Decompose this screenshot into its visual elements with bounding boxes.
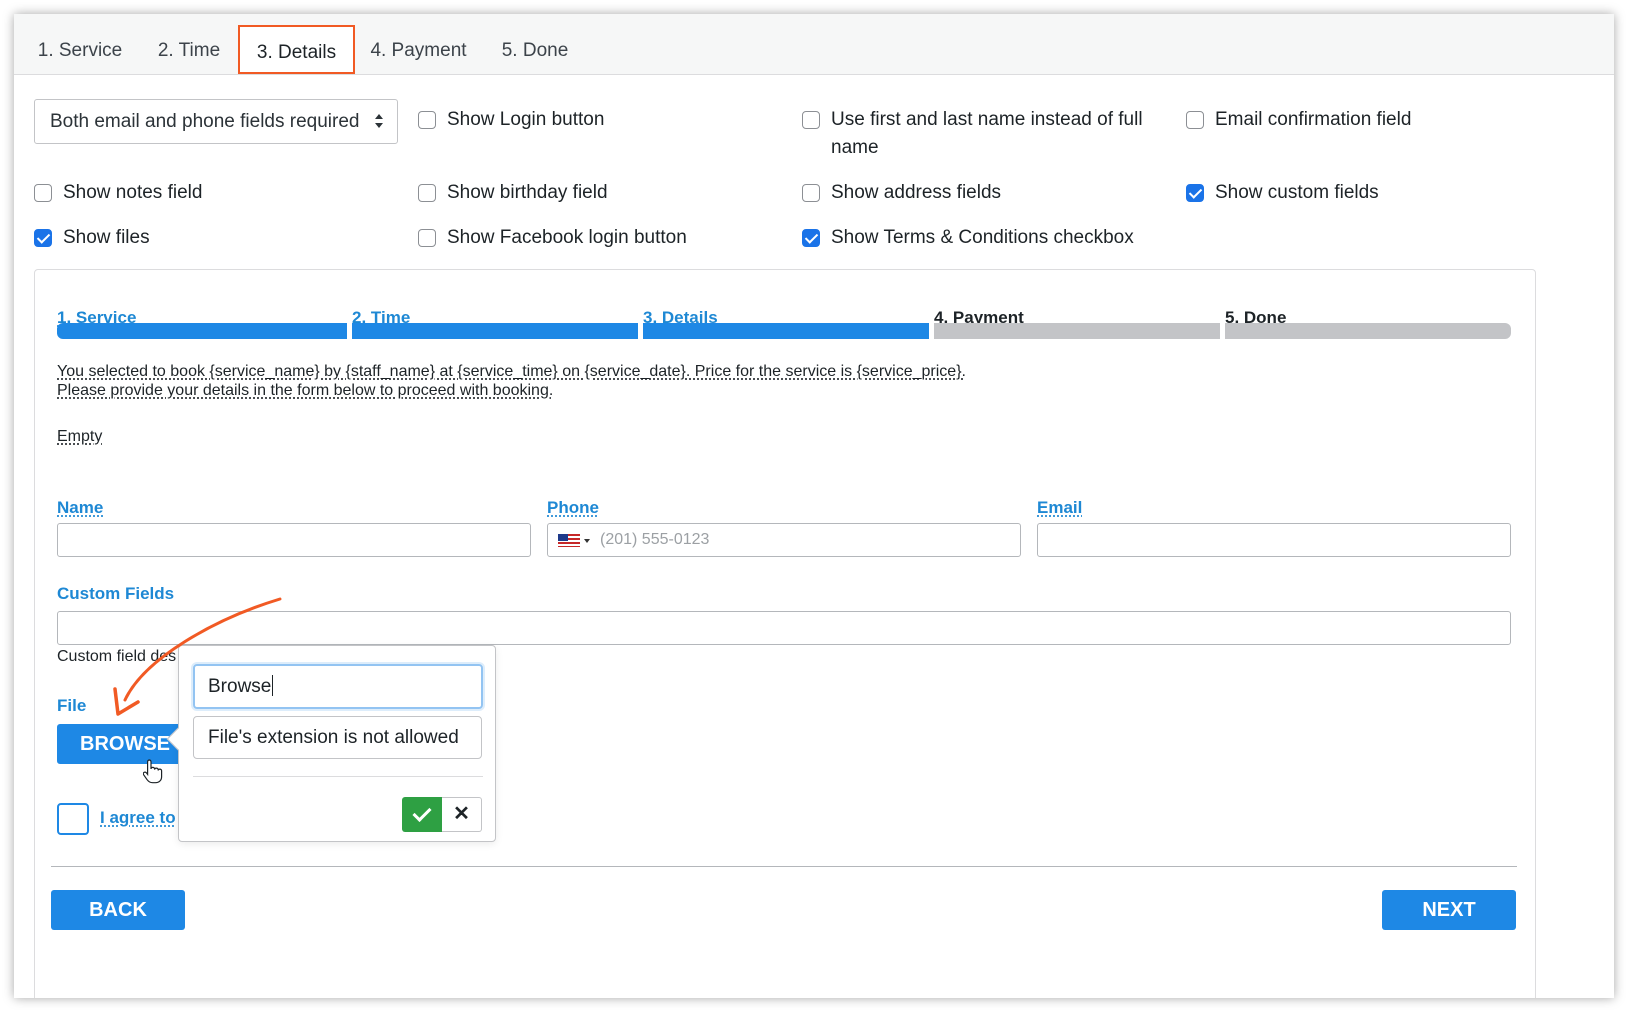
next-button[interactable]: NEXT — [1382, 890, 1516, 930]
terms-label[interactable]: I agree to — [100, 808, 176, 828]
checkbox-icon[interactable] — [418, 184, 436, 202]
option-label: Use first and last name instead of full … — [831, 109, 1143, 158]
option-show-files[interactable]: Show files — [34, 224, 394, 252]
checkbox-icon[interactable] — [802, 184, 820, 202]
file-label: File — [57, 696, 87, 715]
option-label: Show Login button — [447, 109, 605, 130]
option-label: Show Facebook login button — [447, 227, 687, 248]
phone-placeholder: (201) 555-0123 — [600, 531, 710, 548]
custom-field-description: Custom field des — [57, 648, 177, 665]
error-message-input[interactable]: File's extension is not allowed — [193, 716, 482, 759]
booking-info-text[interactable]: You selected to book {service_name} by {… — [57, 362, 966, 381]
option-show-login-button[interactable]: Show Login button — [418, 106, 778, 134]
option-show-address[interactable]: Show address fields — [802, 179, 1162, 207]
checkbox-checked-icon[interactable] — [34, 229, 52, 247]
progress-bar-details — [643, 323, 929, 339]
option-show-birthday[interactable]: Show birthday field — [418, 179, 778, 207]
tab-time[interactable]: 2. Time — [149, 14, 229, 75]
required-fields-select[interactable]: Both email and phone fields required — [34, 99, 398, 144]
checkbox-icon[interactable] — [1186, 111, 1204, 129]
phone-label[interactable]: Phone — [547, 498, 599, 518]
back-button[interactable]: BACK — [51, 890, 185, 930]
chevron-down-icon — [584, 539, 590, 543]
required-fields-select-value: Both email and phone fields required — [50, 111, 360, 132]
option-facebook-login[interactable]: Show Facebook login button — [418, 224, 778, 252]
email-input[interactable] — [1037, 523, 1511, 557]
empty-text[interactable]: Empty — [57, 427, 102, 446]
progress-bar-time — [352, 323, 638, 339]
button-text-value: Browse — [208, 676, 272, 697]
checkbox-icon[interactable] — [418, 111, 436, 129]
option-label: Email confirmation field — [1215, 109, 1412, 130]
divider — [51, 866, 1517, 867]
checkbox-checked-icon[interactable] — [1186, 184, 1204, 202]
tab-done[interactable]: 5. Done — [493, 14, 577, 75]
tab-payment[interactable]: 4. Payment — [366, 14, 471, 75]
browse-button[interactable]: BROWSE — [57, 724, 187, 764]
step-tabs: 1. Service 2. Time 3. Details 4. Payment… — [14, 14, 1614, 75]
booking-info-text-2[interactable]: Please provide your details in the form … — [57, 381, 553, 400]
option-first-last-name[interactable]: Use first and last name instead of full … — [802, 106, 1162, 162]
custom-fields-label: Custom Fields — [57, 584, 175, 603]
option-email-confirmation[interactable]: Email confirmation field — [1186, 106, 1546, 134]
option-label: Show files — [63, 227, 150, 248]
checkbox-icon[interactable] — [802, 111, 820, 129]
hand-cursor-icon — [143, 759, 163, 784]
tab-service[interactable]: 1. Service — [28, 14, 132, 75]
progress-bar-done — [1225, 323, 1511, 339]
button-text-input[interactable]: Browse — [193, 664, 483, 709]
cancel-close-icon[interactable]: ✕ — [442, 797, 482, 832]
option-label: Show notes field — [63, 182, 203, 203]
name-input[interactable] — [57, 523, 531, 557]
phone-input[interactable]: (201) 555-0123 — [547, 523, 1021, 557]
checkbox-icon[interactable] — [34, 184, 52, 202]
app-window: 1. Service 2. Time 3. Details 4. Payment… — [14, 14, 1614, 998]
option-terms-checkbox[interactable]: Show Terms & Conditions checkbox — [802, 224, 1202, 252]
checkbox-icon[interactable] — [418, 229, 436, 247]
progress-bar-payment — [934, 323, 1220, 339]
terms-checkbox[interactable] — [57, 803, 89, 835]
name-label[interactable]: Name — [57, 498, 103, 518]
select-arrows-icon — [375, 114, 383, 128]
checkbox-checked-icon[interactable] — [802, 229, 820, 247]
option-show-notes[interactable]: Show notes field — [34, 179, 394, 207]
error-message-value: File's extension is not allowed — [208, 727, 459, 748]
text-cursor — [272, 675, 274, 696]
option-label: Show address fields — [831, 182, 1002, 203]
option-label: Show birthday field — [447, 182, 608, 203]
option-label: Show Terms & Conditions checkbox — [831, 227, 1134, 248]
progress-bar-service — [57, 323, 347, 339]
custom-field-input[interactable] — [57, 611, 1511, 645]
inline-edit-popover: Browse File's extension is not allowed ✕ — [166, 645, 496, 842]
tab-details[interactable]: 3. Details — [238, 25, 355, 74]
popover-divider — [193, 776, 483, 777]
option-show-custom-fields[interactable]: Show custom fields — [1186, 179, 1546, 207]
confirm-check-icon[interactable] — [402, 797, 442, 832]
email-label[interactable]: Email — [1037, 498, 1082, 518]
option-label: Show custom fields — [1215, 182, 1379, 203]
us-flag-icon[interactable] — [558, 534, 580, 547]
